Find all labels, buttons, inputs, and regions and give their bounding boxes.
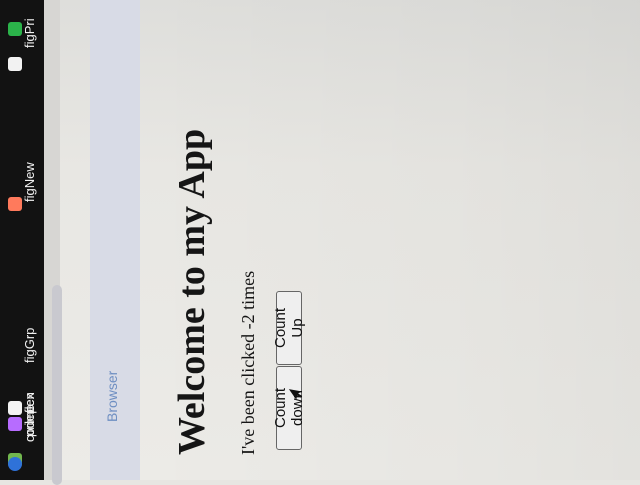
scrollbar[interactable] — [52, 285, 62, 485]
extension-icon[interactable] — [8, 22, 22, 36]
bookmark-item-figpri[interactable]: figPri — [0, 0, 44, 80]
click-counter-text: I've been clicked -2 times — [238, 270, 258, 455]
bookmark-item-prime[interactable]: prime — [0, 360, 44, 471]
bookmark-item-codepen[interactable]: codepen — [0, 220, 44, 442]
bookmark-label-prime: prime — [22, 404, 37, 437]
prime-icon — [8, 457, 22, 471]
browser-label: Browser — [104, 370, 120, 422]
bookmark-item-fignew[interactable]: figNew — [0, 80, 44, 211]
bookmark-bar: figPri figNew figGrp codepen flex prime — [0, 0, 44, 480]
bookmark-item-flex[interactable]: flex — [0, 295, 44, 467]
page-title: Welcome to my App — [171, 128, 213, 455]
bookmark-item-figgrp[interactable]: figGrp — [0, 155, 44, 431]
count-down-button[interactable]: Count down — [272, 366, 306, 450]
bookmark-icon — [8, 57, 22, 71]
bookmark-label-figpri: figPri — [22, 18, 37, 48]
count-up-button[interactable]: Count Up — [272, 291, 306, 365]
